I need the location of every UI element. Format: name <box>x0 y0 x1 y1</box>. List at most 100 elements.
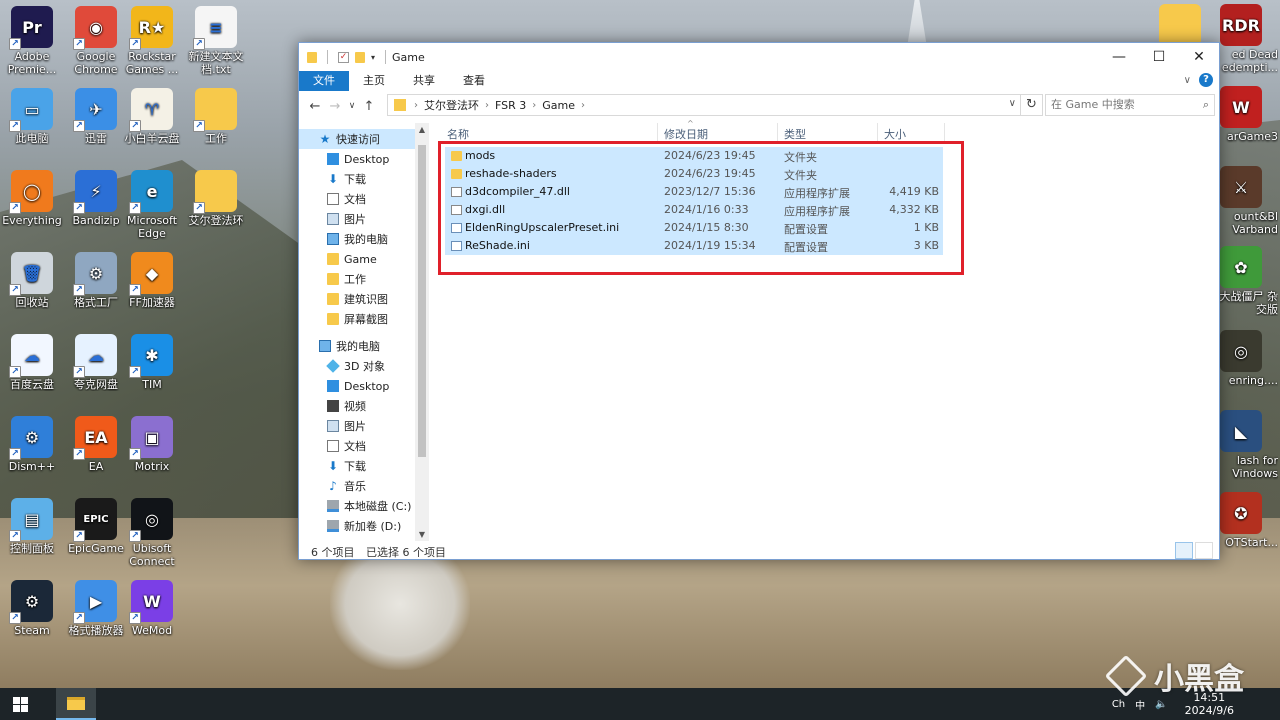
column-name[interactable]: 名称 <box>447 126 469 142</box>
nav-scrollbar[interactable]: ▲ ▼ <box>415 123 429 541</box>
column-date[interactable]: 修改日期 <box>664 126 708 142</box>
nav-item-pc[interactable]: 新加卷 (D:) <box>299 516 429 536</box>
nav-item-quick[interactable]: Desktop📌 <box>299 149 429 169</box>
quick-access-toolbar: ✓ ▾ <box>307 50 390 64</box>
help-icon[interactable]: ? <box>1199 73 1213 87</box>
nav-item-quick[interactable]: 建筑识图 <box>299 289 429 309</box>
column-size[interactable]: 大小 <box>884 126 906 142</box>
scroll-up-icon[interactable]: ▲ <box>415 125 429 134</box>
title-bar[interactable]: ✓ ▾ Game — ☐ ✕ <box>299 43 1219 71</box>
nav-item-quick[interactable]: 我的电脑📌 <box>299 229 429 249</box>
tab-home[interactable]: 主页 <box>349 71 399 91</box>
chevron-right-icon[interactable]: › <box>483 100 491 111</box>
chevron-right-icon[interactable]: › <box>530 100 538 111</box>
tab-file[interactable]: 文件 <box>299 71 349 91</box>
back-button[interactable]: ← <box>305 99 325 114</box>
desktop-shortcut[interactable]: ▣ ↗ Motrix <box>114 416 190 473</box>
nav-item-pc[interactable]: ⬇ 下载 <box>299 456 429 476</box>
desktop-shortcut[interactable]: W ↗ WeMod <box>114 580 190 637</box>
chevron-right-icon[interactable]: › <box>579 100 587 111</box>
properties-icon[interactable]: ✓ <box>338 51 349 63</box>
nav-item-quick[interactable]: Game <box>299 249 429 269</box>
start-button[interactable] <box>0 688 40 720</box>
downloads-icon: ⬇ <box>327 459 339 473</box>
taskbar-file-explorer[interactable] <box>56 688 96 720</box>
nav-item-label: 我的电脑 <box>344 233 388 246</box>
desktop-shortcut[interactable]: ↗ 工作 <box>178 88 254 145</box>
tab-share[interactable]: 共享 <box>399 71 449 91</box>
nav-item-label: 新加卷 (D:) <box>344 520 402 533</box>
nav-item-quick[interactable]: 文档📌 <box>299 189 429 209</box>
chrome-icon: ◉ ↗ <box>73 6 117 50</box>
shortcut-arrow-icon: ↗ <box>9 366 21 378</box>
breadcrumb-item[interactable]: FSR 3 <box>491 99 530 112</box>
minimize-button[interactable]: — <box>1099 43 1139 71</box>
pvz-icon: ✿ <box>1220 246 1262 288</box>
folder-icon <box>307 51 317 63</box>
search-input[interactable]: 在 Game 中搜索 ⌕ <box>1045 94 1215 116</box>
watermark: 小黑盒 <box>1104 654 1244 698</box>
pictures-icon <box>327 420 339 432</box>
scroll-down-icon[interactable]: ▼ <box>415 530 429 539</box>
divider <box>777 123 778 141</box>
shortcut-arrow-icon: ↗ <box>73 284 85 296</box>
customize-dropdown-icon[interactable]: ▾ <box>371 53 375 62</box>
up-button[interactable]: ↑ <box>359 99 379 114</box>
nav-item-pc[interactable]: 3D 对象 <box>299 356 429 376</box>
shortcut-arrow-icon: ↗ <box>9 202 21 214</box>
otstart-icon: ✪ <box>1220 492 1262 534</box>
tab-view[interactable]: 查看 <box>449 71 499 91</box>
new-folder-icon[interactable] <box>355 51 365 63</box>
desktop-shortcut[interactable]: ↗ 艾尔登法环 <box>178 170 254 227</box>
nav-item-pc[interactable]: Desktop <box>299 376 429 396</box>
shortcut-arrow-icon: ↗ <box>129 38 141 50</box>
nav-item-pc[interactable]: ♪ 音乐 <box>299 476 429 496</box>
watermark-logo-icon <box>1104 654 1148 698</box>
nav-item-pc[interactable]: 视频 <box>299 396 429 416</box>
format-player-icon: ▶ ↗ <box>73 580 117 624</box>
drive-icon <box>327 500 339 512</box>
folder-icon <box>327 293 339 305</box>
forward-button[interactable]: → <box>325 99 345 114</box>
nav-item-quick[interactable]: ⬇下载📌 <box>299 169 429 189</box>
nav-item-pc[interactable]: 文档 <box>299 436 429 456</box>
refresh-button[interactable]: ↻ <box>1021 94 1043 116</box>
desktop-shortcut[interactable]: ◆ ↗ FF加速器 <box>114 252 190 309</box>
details-view-button[interactable] <box>1175 542 1193 559</box>
dism-icon: ⚙ ↗ <box>9 416 53 460</box>
maximize-button[interactable]: ☐ <box>1139 43 1179 71</box>
nav-item-label: 图片 <box>344 420 366 433</box>
aliyun-sheep-icon: ♈ ↗ <box>129 88 173 132</box>
breadcrumb-item[interactable]: Game <box>538 99 579 112</box>
volume-icon[interactable]: 🔈 <box>1155 699 1167 710</box>
nav-item-quick[interactable]: 图片📌 <box>299 209 429 229</box>
everything-icon: ◯ ↗ <box>9 170 53 214</box>
nav-item-label: Desktop <box>344 152 390 166</box>
nav-quick-access[interactable]: ★ 快速访问 <box>299 129 429 149</box>
desktop-shortcut[interactable]: ✱ ↗ TIM <box>114 334 190 391</box>
nav-item-pc[interactable]: 本地磁盘 (C:) <box>299 496 429 516</box>
shortcut-arrow-icon: ↗ <box>73 202 85 214</box>
address-bar[interactable]: › 艾尔登法环 › FSR 3 › Game › ∨ <box>387 94 1021 116</box>
explorer-window[interactable]: ✓ ▾ Game — ☐ ✕ 文件 主页 共享 查看 ∨ ? ← → ∨ ↑ ›… <box>298 42 1220 560</box>
breadcrumb-item[interactable]: 艾尔登法环 <box>420 97 483 113</box>
nav-item-pc[interactable]: 图片 <box>299 416 429 436</box>
computer-icon <box>327 233 339 245</box>
nav-item-quick[interactable]: 屏幕截图 <box>299 309 429 329</box>
desktop-shortcut[interactable]: ≡ ↗ 新建文本文档.txt <box>178 6 254 76</box>
recycle-bin-icon: 🗑 ↗ <box>9 252 53 296</box>
column-type[interactable]: 类型 <box>784 126 806 142</box>
ime-mode-indicator[interactable]: Ch <box>1112 699 1125 710</box>
ime-indicator[interactable]: 中 <box>1135 697 1145 712</box>
nav-item-label: 文档 <box>344 193 366 206</box>
desktop-shortcut[interactable]: ◎ ↗ Ubisoft Connect <box>114 498 190 568</box>
large-icons-view-button[interactable] <box>1195 542 1213 559</box>
expand-ribbon-icon[interactable]: ∨ <box>1184 75 1191 86</box>
chevron-right-icon[interactable]: › <box>412 100 420 111</box>
address-dropdown-icon[interactable]: ∨ <box>1009 98 1016 109</box>
scrollbar-thumb[interactable] <box>418 145 426 457</box>
recent-locations-icon[interactable]: ∨ <box>345 101 359 111</box>
nav-this-pc[interactable]: 我的电脑 <box>299 336 429 356</box>
nav-item-quick[interactable]: 工作 <box>299 269 429 289</box>
close-button[interactable]: ✕ <box>1179 43 1219 71</box>
